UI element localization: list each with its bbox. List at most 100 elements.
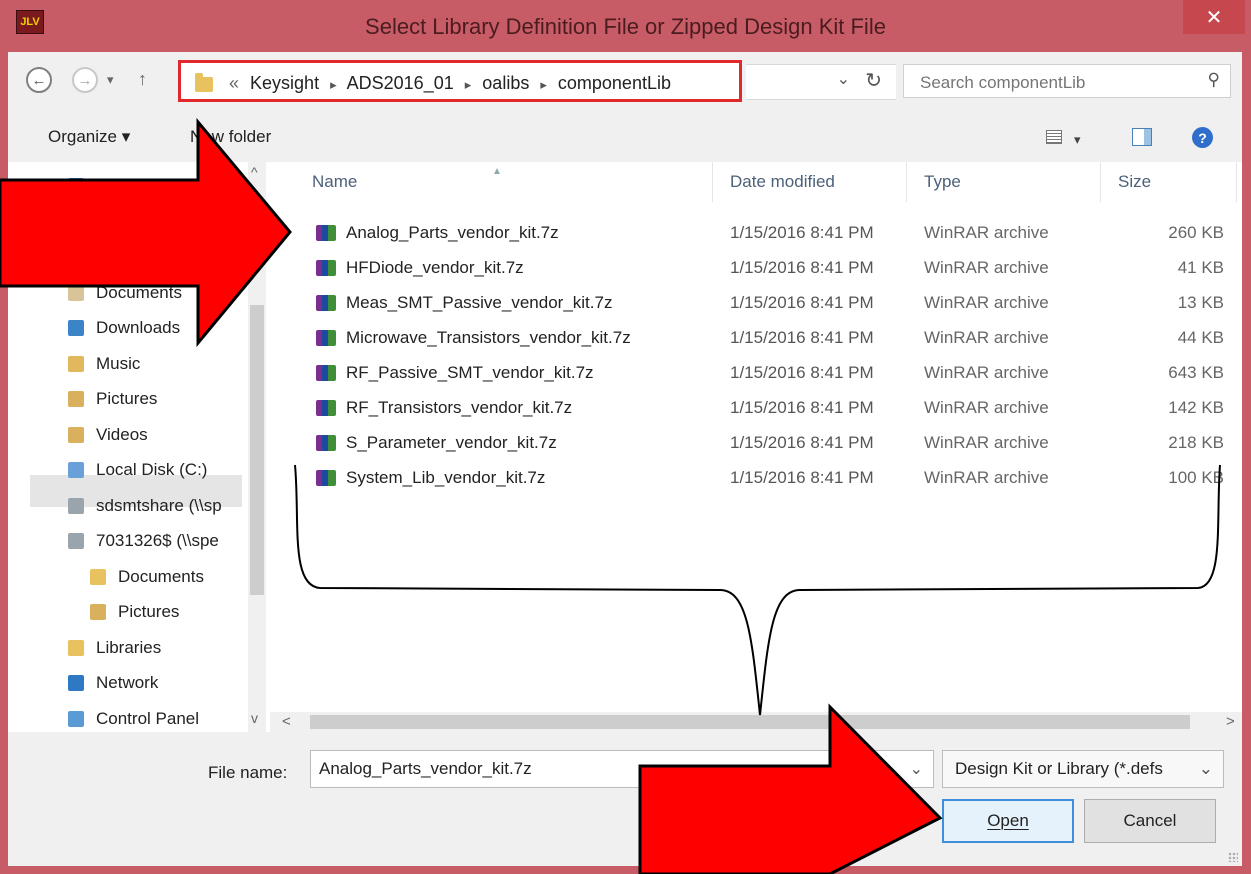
downloads-icon bbox=[68, 320, 84, 336]
column-divider[interactable] bbox=[1236, 162, 1237, 202]
file-date-modified: 1/15/2016 8:41 PM bbox=[730, 293, 874, 312]
preview-pane-icon[interactable] bbox=[1132, 128, 1152, 146]
forward-button[interactable]: → bbox=[72, 67, 98, 93]
sidebar-item[interactable]: Network bbox=[68, 667, 158, 699]
sidebar-scrollbar[interactable]: ^ v bbox=[248, 162, 266, 732]
scroll-up-arrow[interactable]: ^ bbox=[251, 164, 258, 180]
sidebar-item-label: Downloads bbox=[96, 318, 181, 337]
column-divider[interactable] bbox=[1100, 162, 1101, 202]
file-name-input[interactable] bbox=[317, 758, 921, 780]
sidebar-item[interactable]: Downloads bbox=[68, 312, 180, 344]
up-button[interactable]: ↑ bbox=[138, 69, 147, 90]
command-toolbar: Organize ▾ New folder ▾ ? bbox=[8, 114, 1242, 162]
open-button[interactable]: Open bbox=[942, 799, 1074, 843]
refresh-icon[interactable]: ↻ bbox=[865, 68, 882, 93]
winrar-archive-icon bbox=[316, 260, 336, 276]
view-options-dropdown[interactable]: ▾ bbox=[1074, 132, 1081, 148]
breadcrumb-separator[interactable]: ▸ bbox=[540, 77, 547, 92]
sidebar-item[interactable]: This PC bbox=[68, 206, 156, 238]
sidebar-item[interactable]: Pictures bbox=[90, 596, 179, 628]
close-button[interactable]: ✕ bbox=[1183, 0, 1245, 34]
sidebar-item[interactable]: Documents bbox=[68, 277, 182, 309]
horizontal-scrollbar[interactable]: < > bbox=[270, 712, 1242, 732]
scroll-right-arrow[interactable]: > bbox=[1226, 713, 1235, 730]
file-row[interactable]: S_Parameter_vendor_kit.7z 1/15/2016 8:41 … bbox=[270, 426, 1242, 461]
file-row[interactable]: RF_Transistors_vendor_kit.7z 1/15/2016 8:… bbox=[270, 391, 1242, 426]
help-icon[interactable]: ? bbox=[1192, 127, 1213, 148]
file-name-field[interactable]: ⌄ bbox=[310, 750, 934, 788]
sidebar-item[interactable]: Desktop bbox=[68, 241, 158, 273]
sidebar-item[interactable]: Pictures bbox=[68, 383, 157, 415]
search-box[interactable]: ⚲ bbox=[903, 64, 1231, 98]
address-bar[interactable]: « Keysight ▸ ADS2016_01 ▸ oalibs ▸ compo… bbox=[178, 60, 742, 102]
libraries-icon bbox=[68, 639, 84, 656]
scroll-left-arrow[interactable]: < bbox=[282, 713, 291, 730]
file-type-select[interactable]: Design Kit or Library (*.defs ⌄ bbox=[942, 750, 1224, 788]
file-date-modified: 1/15/2016 8:41 PM bbox=[730, 468, 874, 487]
sidebar-item[interactable]: Control Panel bbox=[68, 703, 199, 733]
sidebar-item[interactable]: Videos bbox=[68, 419, 148, 451]
network-icon bbox=[68, 675, 84, 691]
file-type: WinRAR archive bbox=[924, 398, 1049, 417]
network-drive-icon bbox=[68, 533, 84, 549]
sidebar-item[interactable]: Local Disk (C:) bbox=[68, 454, 207, 486]
sidebar-scroll-thumb[interactable] bbox=[250, 305, 264, 595]
sidebar-item[interactable]: 7031326$ (\\spe bbox=[68, 525, 219, 557]
dialog-client: ← → ▾ ↑ « Keysight ▸ ADS2016_01 ▸ oalibs… bbox=[8, 52, 1242, 866]
view-options-icon[interactable] bbox=[1046, 130, 1062, 144]
address-dropdown-icon[interactable]: ⌄ bbox=[837, 69, 850, 89]
onedrive-icon bbox=[68, 178, 84, 194]
file-row[interactable]: Microwave_Transistors_vendor_kit.7z 1/15/… bbox=[270, 321, 1242, 356]
sidebar-item[interactable]: Documents bbox=[90, 561, 204, 593]
breadcrumb-keysight[interactable]: Keysight bbox=[250, 73, 319, 93]
file-row[interactable]: HFDiode_vendor_kit.7z 1/15/2016 8:41 PM Wi… bbox=[270, 251, 1242, 286]
file-name: Analog_Parts_vendor_kit.7z bbox=[346, 223, 559, 242]
new-folder-button[interactable]: New folder bbox=[190, 127, 271, 147]
sidebar-item[interactable]: sdsmtshare (\\sp bbox=[68, 490, 222, 522]
file-date-modified: 1/15/2016 8:41 PM bbox=[730, 328, 874, 347]
network-drive-icon bbox=[68, 497, 84, 514]
back-button[interactable]: ← bbox=[26, 67, 52, 93]
sidebar-item[interactable]: OneDrive bbox=[68, 170, 168, 202]
breadcrumb-prefix[interactable]: « bbox=[229, 73, 239, 93]
file-row[interactable]: Meas_SMT_Passive_vendor_kit.7z 1/15/2016 … bbox=[270, 286, 1242, 321]
breadcrumb-separator[interactable]: ▸ bbox=[465, 77, 472, 92]
file-row[interactable]: System_Lib_vendor_kit.7z 1/15/2016 8:41 P… bbox=[270, 461, 1242, 496]
column-divider[interactable] bbox=[906, 162, 907, 202]
column-header-type[interactable]: Type bbox=[924, 172, 961, 192]
address-bar-extension[interactable]: ⌄ ↻ bbox=[746, 64, 896, 100]
search-input[interactable] bbox=[918, 72, 1192, 94]
breadcrumb-separator[interactable]: ▸ bbox=[330, 77, 337, 92]
file-type: WinRAR archive bbox=[924, 328, 1049, 347]
column-header-name[interactable]: Name bbox=[312, 172, 357, 192]
breadcrumb-ads2016[interactable]: ADS2016_01 bbox=[347, 73, 454, 93]
resize-grip[interactable] bbox=[1228, 852, 1238, 862]
sidebar-item[interactable]: Music bbox=[68, 348, 140, 380]
horizontal-scroll-thumb[interactable] bbox=[310, 715, 1190, 729]
column-header-date-modified[interactable]: Date modified bbox=[730, 172, 835, 192]
dialog-footer: File name: ⌄ Design Kit or Library (*.de… bbox=[8, 732, 1242, 866]
breadcrumb-oalibs[interactable]: oalibs bbox=[482, 73, 529, 93]
pictures-icon bbox=[68, 391, 84, 407]
recent-locations-dropdown[interactable]: ▾ bbox=[107, 72, 114, 88]
file-type: WinRAR archive bbox=[924, 468, 1049, 487]
search-icon[interactable]: ⚲ bbox=[1208, 70, 1220, 90]
winrar-archive-icon bbox=[316, 470, 336, 486]
file-type-dropdown-icon[interactable]: ⌄ bbox=[1199, 759, 1213, 779]
breadcrumb-componentlib[interactable]: componentLib bbox=[558, 73, 671, 93]
column-header-size[interactable]: Size bbox=[1118, 172, 1151, 192]
file-row[interactable]: RF_Passive_SMT_vendor_kit.7z 1/15/2016 8:… bbox=[270, 356, 1242, 391]
scroll-down-arrow[interactable]: v bbox=[251, 710, 258, 726]
sidebar-item[interactable]: Libraries bbox=[68, 632, 161, 664]
winrar-archive-icon bbox=[316, 435, 336, 451]
navigation-pane: OneDrive This PC Desktop Documents Downloads… bbox=[8, 162, 266, 732]
dialog-title: Select Library Definition File or Zipped… bbox=[365, 14, 886, 39]
file-row[interactable]: Analog_Parts_vendor_kit.7z 1/15/2016 8:41… bbox=[270, 216, 1242, 251]
cancel-button[interactable]: Cancel bbox=[1084, 799, 1216, 843]
organize-button[interactable]: Organize ▾ bbox=[48, 127, 130, 147]
column-header-row: ▲ Name Date modified Type Size bbox=[270, 162, 1242, 202]
column-divider[interactable] bbox=[712, 162, 713, 202]
open-button-label: Open bbox=[987, 811, 1029, 830]
file-name-dropdown-icon[interactable]: ⌄ bbox=[910, 759, 923, 779]
winrar-archive-icon bbox=[316, 295, 336, 311]
